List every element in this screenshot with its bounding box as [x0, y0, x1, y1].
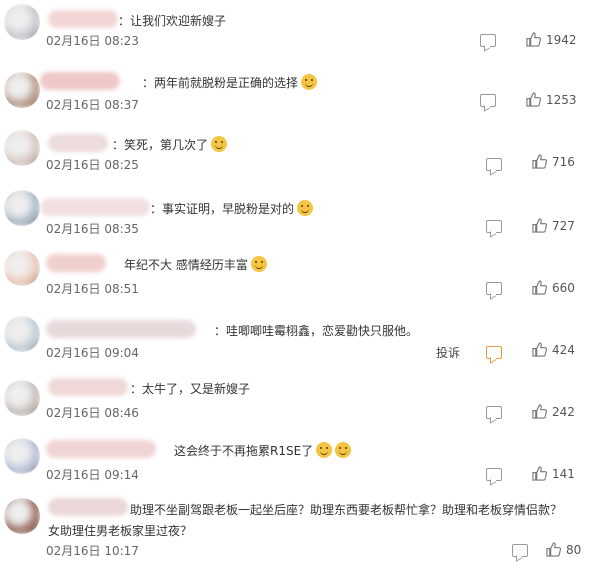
- username-blurred[interactable]: [40, 198, 150, 216]
- like-button[interactable]: 424: [532, 342, 575, 357]
- reply-icon[interactable]: [486, 220, 502, 233]
- like-count: 1253: [546, 92, 577, 107]
- doge-icon: [297, 200, 314, 216]
- comment-timestamp: 02月16日 08:25: [46, 158, 139, 172]
- reply-icon[interactable]: [512, 544, 528, 557]
- comment-item: ：笑死，第几次了 02月16日 08:25 716: [0, 124, 600, 184]
- comment-item: ：两年前就脱粉是正确的选择 02月16日 08:37 1253: [0, 64, 600, 124]
- like-count: 80: [566, 542, 582, 557]
- comment-item: ：哇唧唧哇霉栩鑫，恋爱勸快只服他。 02月16日 09:04 投诉 424: [0, 306, 600, 366]
- thumbs-up-icon: [526, 32, 541, 47]
- comment-text: 助理不坐副驾跟老板一起坐后座？助理东西要老板帮忙拿？助理和老板穿情侣款？女助理住…: [48, 500, 568, 542]
- avatar[interactable]: [4, 438, 40, 474]
- double-emoji: [316, 442, 333, 458]
- like-button[interactable]: 727: [532, 218, 575, 233]
- like-count: 660: [552, 280, 575, 295]
- reply-icon[interactable]: [480, 94, 496, 107]
- username-blurred[interactable]: [46, 440, 156, 458]
- username-blurred[interactable]: [40, 72, 120, 90]
- comment-timestamp: 02月16日 08:23: [46, 34, 139, 48]
- like-button[interactable]: 242: [532, 404, 575, 419]
- thumbs-up-icon: [532, 280, 547, 295]
- reply-icon[interactable]: [486, 346, 502, 359]
- username-blurred[interactable]: [48, 134, 108, 152]
- comment-timestamp: 02月16日 08:46: [46, 406, 139, 420]
- comment-timestamp: 02月16日 09:04: [46, 346, 139, 360]
- thumbs-up-icon: [526, 92, 541, 107]
- report-link[interactable]: 投诉: [436, 344, 460, 361]
- doge-icon: [335, 442, 352, 458]
- like-button[interactable]: 716: [532, 154, 575, 169]
- comment-text: 这会终于不再拖累R1SE了: [174, 442, 352, 459]
- comment-item: ：让我们欢迎新嫂子 02月16日 08:23 1942: [0, 0, 600, 64]
- like-count: 727: [552, 218, 575, 233]
- comment-text: ：哇唧唧哇霉栩鑫，恋爱勸快只服他。: [214, 322, 418, 339]
- like-count: 716: [552, 154, 575, 169]
- thumbs-up-icon: [546, 542, 561, 557]
- thumbs-up-icon: [532, 218, 547, 233]
- comment-timestamp: 02月16日 08:51: [46, 282, 139, 296]
- comment-item: 年纪不大 感情经历丰富 02月16日 08:51 660: [0, 244, 600, 306]
- like-button[interactable]: 80: [546, 542, 581, 557]
- username-blurred[interactable]: [48, 10, 118, 28]
- comment-text-value: ：事实证明，早脱粉是对的: [150, 202, 295, 216]
- like-count: 424: [552, 342, 575, 357]
- comment-item: ：太牛了，又是新嫂子 02月16日 08:46 242: [0, 366, 600, 428]
- username-blurred[interactable]: [48, 378, 128, 396]
- thumbs-up-icon: [532, 342, 547, 357]
- avatar[interactable]: [4, 380, 40, 416]
- comment-text-value: 年纪不大 感情经历丰富: [124, 258, 248, 272]
- avatar[interactable]: [4, 498, 40, 534]
- thumbs-up-icon: [532, 404, 547, 419]
- comment-text-value: 这会终于不再拖累R1SE了: [174, 444, 314, 458]
- reply-icon[interactable]: [486, 282, 502, 295]
- avatar[interactable]: [4, 316, 40, 352]
- comment-item: 助理不坐副驾跟老板一起坐后座？助理东西要老板帮忙拿？助理和老板穿情侣款？女助理住…: [0, 490, 600, 578]
- avatar[interactable]: [4, 4, 40, 40]
- thumbs-up-icon: [532, 154, 547, 169]
- comment-item: 这会终于不再拖累R1SE了 02月16日 09:14 141: [0, 428, 600, 490]
- comment-text-value: ：太牛了，又是新嫂子: [130, 382, 251, 396]
- like-button[interactable]: 1253: [526, 92, 577, 107]
- comment-timestamp: 02月16日 08:37: [46, 98, 139, 112]
- avatar[interactable]: [4, 130, 40, 166]
- comment-text-value: ：哇唧唧哇霉栩鑫，恋爱勸快只服他。: [214, 324, 419, 338]
- avatar[interactable]: [4, 190, 40, 226]
- thumbs-up-icon: [532, 466, 547, 481]
- comment-text-value: ：让我们欢迎新嫂子: [118, 14, 227, 28]
- thumbs-up-icon: [250, 256, 267, 272]
- avatar[interactable]: [4, 72, 40, 108]
- username-blurred[interactable]: [46, 320, 196, 338]
- like-button[interactable]: 660: [532, 280, 575, 295]
- like-button[interactable]: 1942: [526, 32, 577, 47]
- reply-icon[interactable]: [480, 34, 496, 47]
- reply-icon[interactable]: [486, 406, 502, 419]
- comment-text: ：事实证明，早脱粉是对的: [150, 200, 314, 217]
- laugh-cry-icon: [211, 136, 228, 152]
- comment-timestamp: 02月16日 09:14: [46, 468, 139, 482]
- reply-icon[interactable]: [486, 468, 502, 481]
- comment-text: ：笑死，第几次了: [112, 136, 228, 153]
- comment-text: ：让我们欢迎新嫂子: [118, 12, 226, 29]
- grin-icon: [301, 74, 318, 90]
- comment-text: ：太牛了，又是新嫂子: [130, 380, 250, 397]
- comment-text-value: 助理不坐副驾跟老板一起坐后座？助理东西要老板帮忙拿？助理和老板穿情侣款？女助理住…: [48, 503, 563, 538]
- like-count: 1942: [546, 32, 577, 47]
- comment-text-value: ：笑死，第几次了: [112, 138, 209, 152]
- like-count: 141: [552, 466, 575, 481]
- avatar[interactable]: [4, 250, 40, 286]
- username-blurred[interactable]: [46, 254, 106, 272]
- like-button[interactable]: 141: [532, 466, 575, 481]
- comment-item: ：事实证明，早脱粉是对的 02月16日 08:35 727: [0, 184, 600, 244]
- comment-text-value: ：两年前就脱粉是正确的选择: [142, 76, 299, 90]
- comment-text: 年纪不大 感情经历丰富: [124, 256, 267, 273]
- like-count: 242: [552, 404, 575, 419]
- comment-text: ：两年前就脱粉是正确的选择: [142, 74, 318, 91]
- comment-timestamp: 02月16日 10:17: [46, 544, 139, 558]
- reply-icon[interactable]: [486, 158, 502, 171]
- comment-timestamp: 02月16日 08:35: [46, 222, 139, 236]
